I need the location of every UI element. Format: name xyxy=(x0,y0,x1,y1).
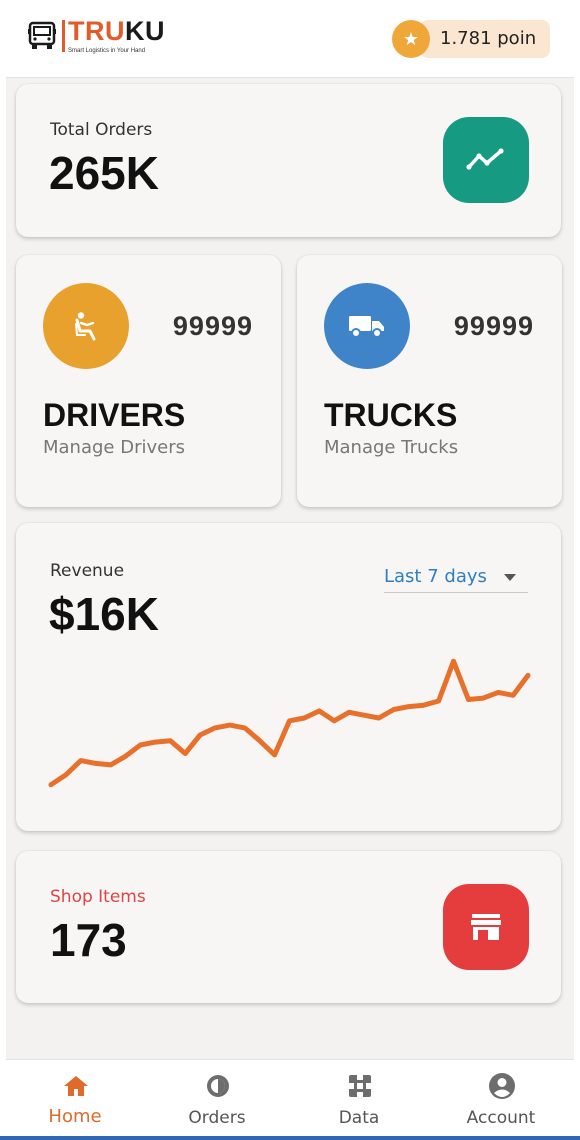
total-orders-value: 265K xyxy=(49,147,159,199)
logo-wordmark: TRUKU xyxy=(68,16,165,47)
shop-items-label: Shop Items xyxy=(50,887,146,907)
nav-account-label: Account xyxy=(466,1108,536,1128)
drivers-subtitle: Manage Drivers xyxy=(43,437,185,458)
logo-wordmark-primary: TRU xyxy=(68,16,125,46)
logo-divider xyxy=(62,20,65,52)
nav-orders[interactable]: Orders xyxy=(162,1072,272,1134)
seated-driver-icon xyxy=(43,283,129,369)
drivers-card[interactable]: 99999 DRIVERS Manage Drivers xyxy=(16,255,281,507)
points-value: 1.781 poin xyxy=(440,28,537,49)
app-header: TRUKU Smart Logistics in Your Hand ★ 1.7… xyxy=(6,0,574,78)
nav-orders-label: Orders xyxy=(188,1108,246,1128)
app-screen: TRUKU Smart Logistics in Your Hand ★ 1.7… xyxy=(6,0,574,1140)
data-icon xyxy=(346,1072,374,1100)
nav-account[interactable]: Account xyxy=(446,1072,556,1134)
drivers-count: 99999 xyxy=(172,311,253,341)
account-icon xyxy=(488,1072,516,1100)
shop-items-card[interactable]: Shop Items 173 xyxy=(16,851,561,1003)
nav-data[interactable]: Data xyxy=(304,1072,414,1134)
bottom-edge-bar xyxy=(0,1136,580,1140)
drivers-title: DRIVERS xyxy=(43,397,186,433)
trend-line-icon[interactable] xyxy=(443,117,529,203)
nav-home-label: Home xyxy=(48,1106,102,1127)
nav-data-label: Data xyxy=(338,1108,380,1128)
trucks-count: 99999 xyxy=(453,311,534,341)
shop-items-value: 173 xyxy=(50,914,127,966)
revenue-series-line xyxy=(48,658,531,788)
store-icon[interactable] xyxy=(443,884,529,970)
trucks-card[interactable]: 99999 TRUCKS Manage Trucks xyxy=(297,255,562,507)
logo-truck-icon xyxy=(28,21,56,49)
home-icon xyxy=(62,1072,90,1100)
nav-home[interactable]: Home xyxy=(20,1072,130,1134)
logo-wordmark-secondary: KU xyxy=(125,16,165,46)
trucks-title: TRUCKS xyxy=(324,397,458,433)
orders-icon xyxy=(204,1072,232,1100)
truck-icon xyxy=(324,283,410,369)
logo-tagline: Smart Logistics in Your Hand xyxy=(68,48,146,54)
bottom-navigation: Home Orders Data Account xyxy=(6,1059,574,1140)
points-badge[interactable]: ★ 1.781 poin xyxy=(392,18,550,60)
star-icon: ★ xyxy=(392,20,430,58)
trucks-subtitle: Manage Trucks xyxy=(324,437,459,458)
revenue-line-chart xyxy=(48,658,531,788)
truku-logo[interactable]: TRUKU Smart Logistics in Your Hand xyxy=(26,16,176,60)
total-orders-card[interactable]: Total Orders 265K xyxy=(16,84,561,237)
revenue-card: Revenue $16K Last 7 days xyxy=(16,523,561,831)
total-orders-label: Total Orders xyxy=(50,120,153,140)
